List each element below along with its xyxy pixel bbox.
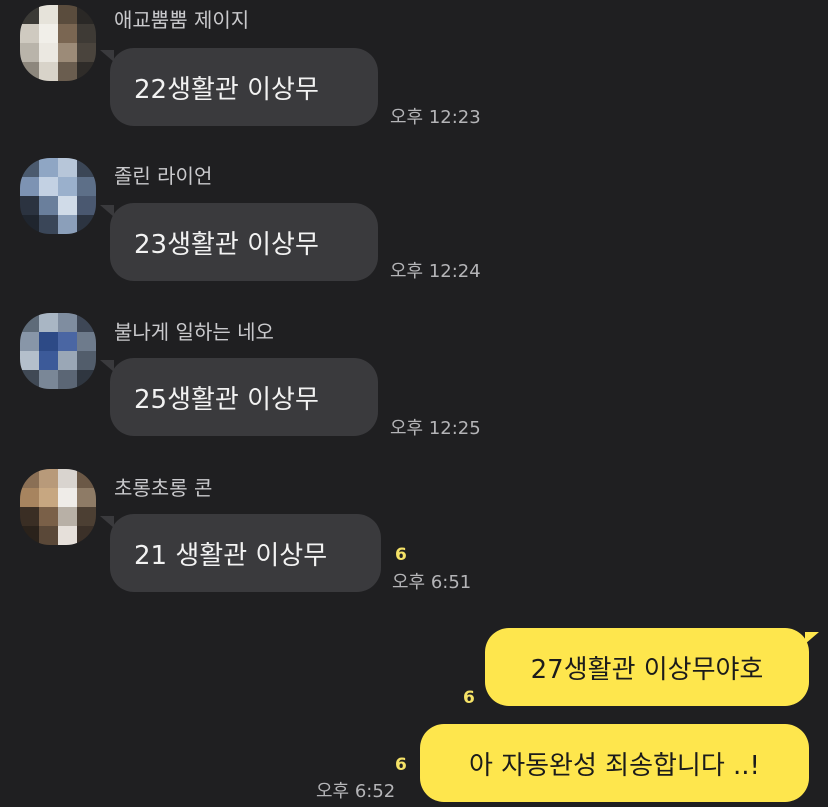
message-bubble[interactable]: 23생활관 이상무 (110, 203, 378, 281)
my-message-bubble[interactable]: 27생활관 이상무야호 (485, 628, 809, 706)
sender-name: 애교뿜뿜 제이지 (114, 8, 250, 32)
message-time: 오후 12:24 (390, 261, 481, 282)
message-time: 오후 12:23 (390, 107, 481, 128)
message-time: 오후 12:25 (390, 418, 481, 439)
message-time: 오후 6:51 (392, 572, 472, 593)
avatar[interactable] (20, 158, 96, 234)
avatar[interactable] (20, 313, 96, 389)
avatar[interactable] (20, 5, 96, 81)
message-bubble[interactable]: 25생활관 이상무 (110, 358, 378, 436)
message-bubble[interactable]: 22생활관 이상무 (110, 48, 378, 126)
my-message-bubble[interactable]: 아 자동완성 죄송합니다 ..! (420, 724, 809, 802)
unread-count: 6 (463, 688, 475, 708)
sender-name: 졸린 라이언 (114, 164, 213, 188)
message-bubble[interactable]: 21 생활관 이상무 (110, 514, 381, 592)
unread-count: 6 (395, 545, 407, 565)
sender-name: 불나게 일하는 네오 (114, 320, 274, 344)
sender-name: 초롱초롱 콘 (114, 476, 213, 500)
bubble-tail (805, 632, 819, 644)
message-time: 오후 6:52 (316, 781, 396, 802)
chat-room: 애교뿜뿜 제이지 22생활관 이상무 오후 12:23 졸린 라이언 23생활관… (0, 0, 828, 807)
avatar[interactable] (20, 469, 96, 545)
unread-count: 6 (395, 755, 407, 775)
